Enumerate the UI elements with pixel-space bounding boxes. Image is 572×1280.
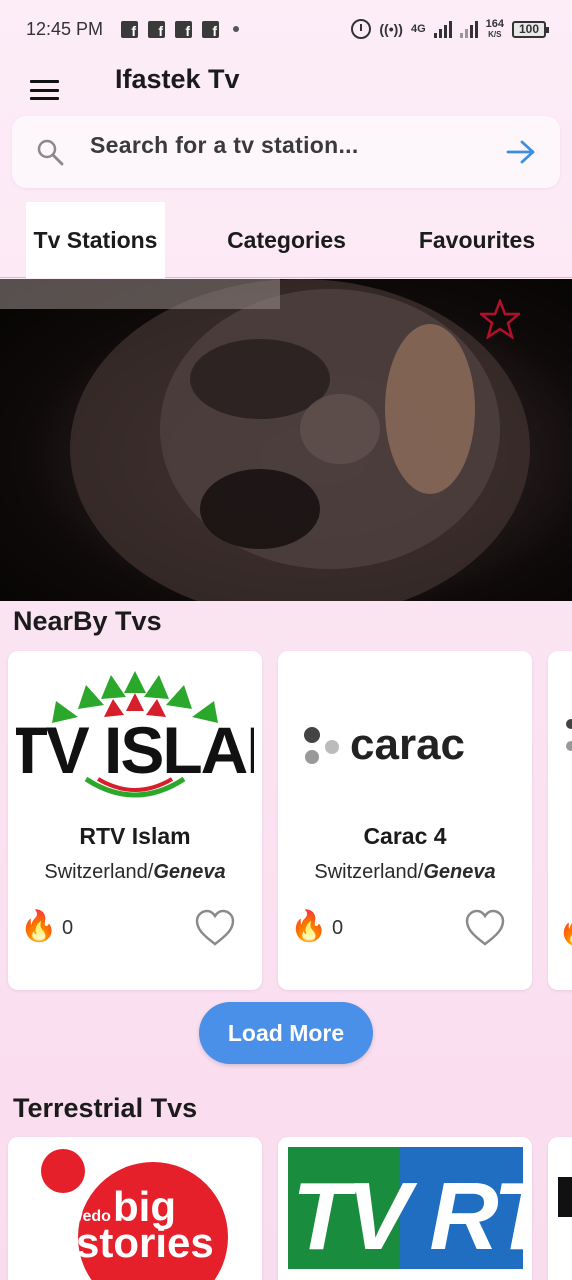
station-card[interactable]: carac Carac 4 Switzerland/Geneva 🔥 0 <box>278 651 532 990</box>
station-name: RTV Islam <box>79 823 191 849</box>
station-location: Switzerland/Geneva <box>8 861 262 884</box>
search-bar[interactable]: Search for a tv station... <box>12 116 560 188</box>
station-logo: wedo big stories <box>41 1149 228 1280</box>
station-card-partial[interactable]: 🔥 <box>548 651 572 990</box>
load-more-button[interactable]: Load More <box>199 1002 373 1064</box>
facebook-notification-icon: f <box>121 20 139 38</box>
station-card-partial[interactable] <box>548 1137 572 1280</box>
station-logo-partial-dot <box>566 741 572 751</box>
station-logo-text: TV RT <box>292 1163 532 1270</box>
facebook-notification-icon: f <box>175 20 193 38</box>
station-card[interactable]: TV ISLAI RTV Islam Switzerland/Geneva 🔥 … <box>8 651 262 990</box>
status-time: 12:45 PM <box>26 18 104 39</box>
app-bar: Ifastek Tv <box>0 58 572 110</box>
network-speed: 164 K/S <box>485 17 504 40</box>
network-type: 4G <box>410 23 426 35</box>
tab-bar: Tv Stations Categories Favourites <box>0 202 572 278</box>
fire-icon: 🔥 <box>558 913 572 948</box>
featured-banner[interactable] <box>0 279 572 601</box>
search-input[interactable]: Search for a tv station... <box>90 132 359 159</box>
station-logo: carac <box>286 661 524 816</box>
favourite-heart-icon[interactable] <box>194 909 236 947</box>
menu-icon[interactable] <box>30 80 59 100</box>
favourite-heart-icon[interactable] <box>464 909 506 947</box>
facebook-notification-icon: f <box>148 20 166 38</box>
station-logo-text: carac <box>350 720 465 769</box>
facebook-notification-icon: f <box>202 20 220 38</box>
search-icon <box>37 139 64 166</box>
section-title-nearby: NearBy Tvs <box>13 606 162 636</box>
station-logo-partial <box>566 719 572 729</box>
channel-logo-icon <box>480 299 520 339</box>
tab-categories[interactable]: Categories <box>205 202 368 278</box>
station-city: Geneva <box>423 861 496 883</box>
station-card[interactable]: TV RT <box>278 1137 532 1280</box>
fire-icon: 🔥 <box>290 910 328 943</box>
view-count: 0 <box>332 917 344 939</box>
battery-icon: 100 <box>512 20 549 38</box>
station-logo-text: TV ISLAI <box>16 713 254 787</box>
view-count: 0 <box>62 917 74 939</box>
battery-level: 100 <box>518 22 540 36</box>
section-title-terrestrial: Terrestrial Tvs <box>13 1093 198 1123</box>
station-location: Switzerland/Geneva <box>278 861 532 884</box>
app-title: Ifastek Tv <box>115 64 240 94</box>
speed-unit: K/S <box>488 29 502 39</box>
speed-value: 164 <box>485 17 504 30</box>
hotspot-icon: ((•)) <box>379 21 403 37</box>
station-country: Switzerland/ <box>44 861 154 883</box>
alarm-icon <box>351 19 372 39</box>
station-country: Switzerland/ <box>314 861 424 883</box>
station-name: Carac 4 <box>363 823 447 849</box>
station-card[interactable]: wedo big stories <box>8 1137 262 1280</box>
signal-icon <box>433 20 452 38</box>
more-notifications-icon <box>233 26 240 32</box>
station-logo-partial <box>558 1177 572 1217</box>
signal-icon-2 <box>459 20 478 38</box>
status-bar: 12:45 PM f f f f ((•)) 4G 164 K/S 100 <box>0 0 572 58</box>
station-logo: TV RT <box>288 1147 532 1270</box>
tab-tv-stations[interactable]: Tv Stations <box>26 202 165 278</box>
station-logo: TV ISLAI <box>16 661 254 816</box>
station-logo-text: stories <box>76 1219 214 1266</box>
fire-icon: 🔥 <box>20 910 58 943</box>
tab-favourites[interactable]: Favourites <box>398 202 556 278</box>
arrow-right-icon[interactable] <box>506 138 536 166</box>
station-city: Geneva <box>153 861 226 883</box>
